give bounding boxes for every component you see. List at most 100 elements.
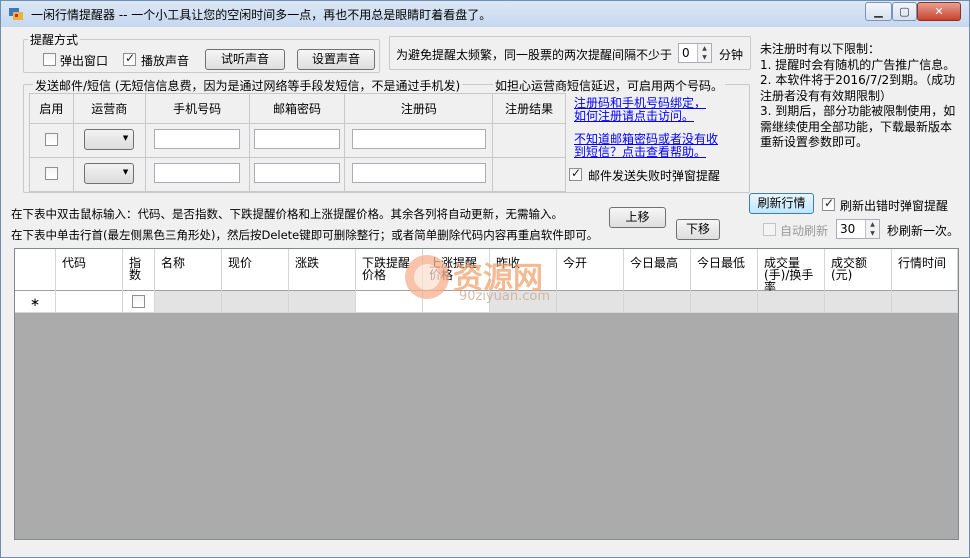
sound-checkbox[interactable] [123,51,136,66]
interval-unit: 分钟 [719,48,744,62]
carrier-select-1[interactable] [84,128,135,150]
title-bar[interactable]: 一闲行情提醒器 -- 一个小工具让您的空闲时间多一点，再也不用总是眼睛盯着看盘了… [1,1,969,27]
grid-col-code[interactable]: 代码 [56,249,123,291]
reminder-group-label: 提醒方式 [28,31,81,48]
fail-popup-checkbox[interactable] [569,166,582,181]
col-enable: 启用 [29,93,74,124]
watermark-logo: 资源网 90ziyuan.com [397,251,550,306]
cell-open [557,291,624,313]
phone-input-1[interactable] [154,129,241,149]
spin-up-icon[interactable]: ▲ [865,220,879,229]
cell-change [289,291,356,313]
reg-result-2 [492,157,566,192]
watermark-icon [405,255,449,299]
grid-col-time[interactable]: 行情时间 [892,249,958,291]
instruction-line-2: 在下表中单击行首(最左侧黑色三角形处)，然后按Delete键即可删除整行；或者简… [11,228,599,242]
cell-code[interactable] [56,291,123,313]
col-carrier: 运营商 [72,93,146,124]
help-link-line[interactable]: 到短信？点击查看帮助。 [574,146,718,159]
reg-code-input-1[interactable] [351,129,486,149]
row-header[interactable]: ∗ [15,291,56,313]
col-reg-result: 注册结果 [492,93,566,124]
cell-name [155,291,222,313]
close-button[interactable]: ✕ [917,2,961,21]
sms-row-1 [29,123,566,158]
popup-checkbox[interactable] [43,53,56,66]
move-up-button[interactable]: 上移 [609,207,666,228]
refresh-seconds-value: 30 [840,222,856,236]
phone-input-2[interactable] [154,163,241,183]
sms-group-label: 发送邮件/短信 (无短信信息费，因为是通过网络等手段发短信，不是通过手机发) [33,77,463,94]
reg-result-1 [492,123,566,158]
grid-col-index[interactable]: 指数 [123,249,155,291]
maximize-button[interactable]: ▢ [892,2,917,21]
error-popup-label: 刷新出错时弹窗提醒 [840,199,949,213]
notice-line: 重新设置参数即可。 [760,135,869,149]
enable-checkbox-2[interactable] [44,166,58,180]
reg-code-input-2[interactable] [351,163,486,183]
col-reg-code: 注册码 [344,93,494,124]
carrier-select-2[interactable] [84,162,135,184]
refresh-seconds-spinner[interactable]: 30 ▲ ▼ [836,219,880,239]
refresh-seconds-suffix: 秒刷新一次。 [887,224,960,238]
cell-time [892,291,958,313]
unregistered-notice: 未注册时有以下限制： 1. 提醒时会有随机的广告推广信息。 2. 本软件将于20… [760,42,965,151]
cell-index[interactable] [123,291,155,313]
sms-row-2 [29,157,566,192]
interval-label: 为避免提醒太频繁，同一股票的两次提醒间隔不少于 [396,48,673,62]
grid-col-high[interactable]: 今日最高 [624,249,691,291]
app-icon [9,8,23,20]
maximize-icon: ▢ [899,5,910,18]
cell-high [624,291,691,313]
register-link-line[interactable]: 如何注册请点击访问。 [574,110,706,123]
grid-col-change[interactable]: 涨跌 [289,249,356,291]
spin-up-icon[interactable]: ▲ [697,44,711,53]
grid-col-low[interactable]: 今日最低 [691,249,758,291]
grid-col-price[interactable]: 现价 [222,249,289,291]
auto-refresh-checkbox[interactable] [763,223,776,236]
col-phone: 手机号码 [144,93,250,124]
sms-table: 启用 运营商 手机号码 邮箱密码 注册码 注册结果 [29,93,566,192]
grid-col-amount[interactable]: 成交额(元) [825,249,892,291]
window-title: 一闲行情提醒器 -- 一个小工具让您的空闲时间多一点，再也不用总是眼睛盯着看盘了… [31,8,492,22]
email-password-input-1[interactable] [254,129,340,149]
notice-line: 注册者没有有效期限制） [760,88,893,103]
help-link[interactable]: 不知道邮箱密码或者没有收 到短信？点击查看帮助。 [574,133,718,159]
grid-col-volume[interactable]: 成交量(手)/换手率 [758,249,825,291]
cell-volume [758,291,825,313]
interval-value: 0 [682,46,690,60]
minimize-icon: ▁ [874,5,883,18]
move-down-button[interactable]: 下移 [676,219,720,240]
interval-spinner[interactable]: 0 ▲ ▼ [678,43,712,63]
fail-popup-label: 邮件发送失败时弹窗提醒 [588,169,721,183]
register-link[interactable]: 注册码和手机号码绑定， 如何注册请点击访问。 [574,97,706,123]
sound-label: 播放声音 [141,54,190,68]
col-email-password: 邮箱密码 [248,93,346,124]
cell-amount [825,291,892,313]
notice-line: 2. 本软件将于2016/7/2到期。（成功 [760,73,956,87]
index-checkbox[interactable] [132,295,145,308]
notice-line: 需继续使用全部功能，下载最新版本 [760,119,953,134]
spin-down-icon[interactable]: ▼ [697,53,711,62]
auto-refresh-label: 自动刷新 [780,224,829,238]
watermark-url: 90ziyuan.com [459,289,551,304]
popup-label: 弹出窗口 [60,54,109,68]
email-password-input-2[interactable] [254,163,340,183]
cell-price [222,291,289,313]
enable-checkbox-1[interactable] [44,132,58,146]
sms-hint: 如担心运营商短信延迟，可启用两个号码。 [493,77,726,94]
set-sound-button[interactable]: 设置声音 [297,49,375,70]
cell-low [691,291,758,313]
grid-col-name[interactable]: 名称 [155,249,222,291]
error-popup-checkbox[interactable] [822,196,835,211]
instruction-line-1: 在下表中双击鼠标输入：代码、是否指数、下跌提醒价格和上涨提醒价格。其余各列将自动… [11,207,563,221]
grid-corner [15,249,56,291]
refresh-button[interactable]: 刷新行情 [749,193,814,214]
notice-line: 1. 提醒时会有随机的广告推广信息。 [760,57,956,72]
spin-down-icon[interactable]: ▼ [865,229,879,238]
test-sound-button[interactable]: 试听声音 [205,49,285,70]
app-window: 一闲行情提醒器 -- 一个小工具让您的空闲时间多一点，再也不用总是眼睛盯着看盘了… [0,0,970,558]
notice-line: 未注册时有以下限制： [760,42,881,56]
grid-col-open[interactable]: 今开 [557,249,624,291]
minimize-button[interactable]: ▁ [865,2,892,21]
